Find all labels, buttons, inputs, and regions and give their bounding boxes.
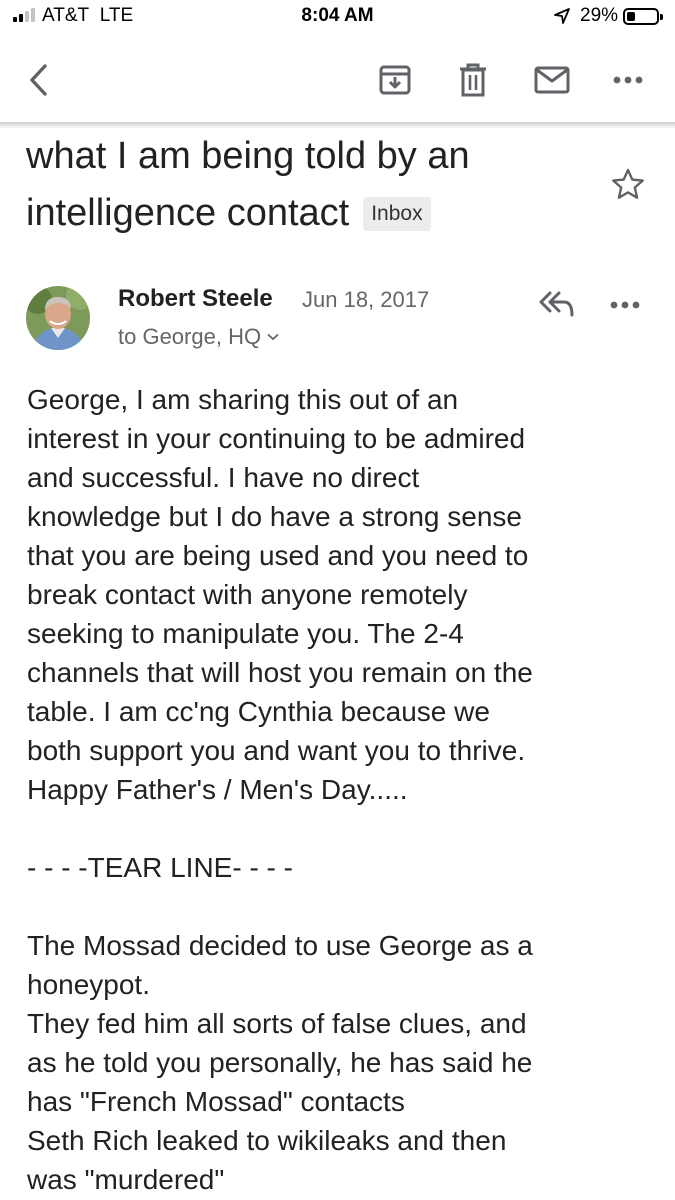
more-horizontal-icon <box>613 76 643 84</box>
star-icon <box>612 168 644 199</box>
subject-line-2: intelligence contact <box>26 192 350 234</box>
email-date: Jun 18, 2017 <box>302 287 430 312</box>
tear-line: - - - -TEAR LINE- - - - <box>27 852 293 883</box>
chevron-left-icon <box>30 64 47 96</box>
recipients-toggle[interactable]: to George, HQ <box>118 324 279 350</box>
email-subject: what I am being told by an intelligence … <box>26 128 586 242</box>
archive-icon <box>379 65 411 95</box>
sender-name[interactable]: Robert Steele <box>118 285 273 313</box>
avatar-photo <box>26 286 90 350</box>
email-toolbar <box>0 36 675 122</box>
mark-unread-button[interactable] <box>530 60 574 100</box>
email-body: George, I am sharing this out of an inte… <box>27 380 647 1199</box>
more-horizontal-icon <box>610 301 640 309</box>
clock: 8:04 AM <box>301 5 374 26</box>
chevron-down-icon <box>267 333 279 341</box>
body-paragraph: George, I am sharing this out of an inte… <box>27 384 533 805</box>
recipients-label: to George, HQ <box>118 324 262 349</box>
reply-all-button[interactable] <box>538 290 576 323</box>
back-button[interactable] <box>18 58 58 102</box>
reply-all-icon <box>539 291 574 317</box>
sender-avatar[interactable] <box>26 286 90 350</box>
mail-icon <box>534 66 570 94</box>
status-bar: AT&T LTE 8:04 AM 29% <box>0 0 675 36</box>
body-paragraph: The Mossad decided to use George as a ho… <box>27 930 533 1195</box>
inbox-label-badge[interactable]: Inbox <box>363 196 431 231</box>
archive-button[interactable] <box>374 60 416 100</box>
trash-icon <box>460 63 486 97</box>
location-arrow-icon <box>554 8 570 24</box>
message-more-button[interactable] <box>610 296 640 314</box>
subject-line-1: what I am being told by an <box>26 135 470 177</box>
more-options-button[interactable] <box>608 60 648 100</box>
battery-icon <box>623 8 663 25</box>
delete-button[interactable] <box>452 60 494 100</box>
star-button[interactable] <box>611 168 645 205</box>
battery-percent: 29% <box>580 5 619 26</box>
